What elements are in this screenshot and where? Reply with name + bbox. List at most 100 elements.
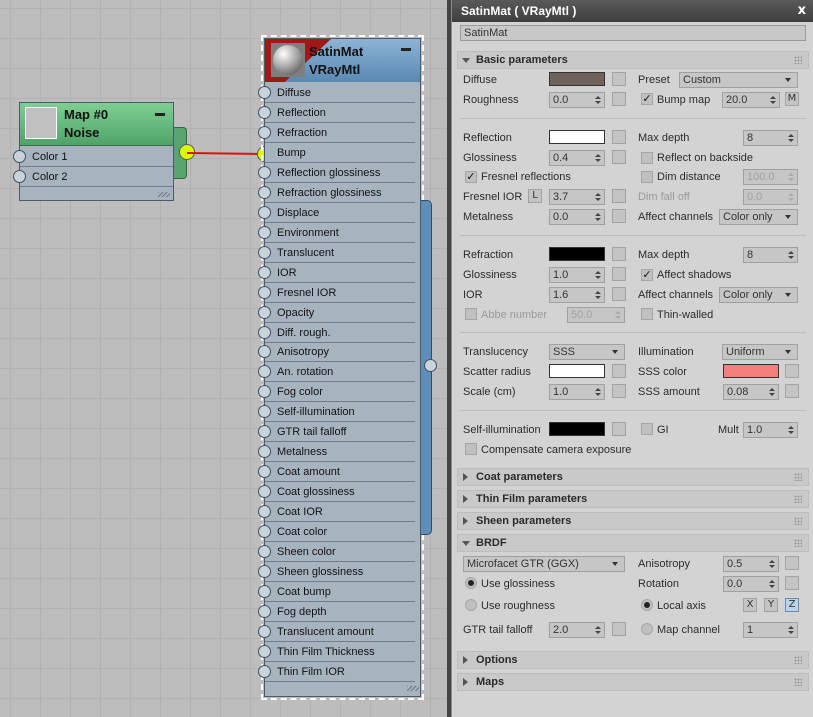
refl-affect-channels-dropdown[interactable]: Color only [719, 209, 798, 225]
refl-glossiness-map-button[interactable] [612, 150, 626, 164]
drag-handle-icon[interactable] [794, 678, 802, 686]
local-axis-radio[interactable] [641, 599, 653, 611]
input-socket[interactable] [258, 325, 271, 339]
node-input-row[interactable]: Diff. rough. [258, 323, 415, 343]
node-input-row[interactable]: Metalness [258, 442, 415, 463]
refr-glossiness-map-button[interactable] [612, 267, 626, 281]
node-input-row[interactable]: Coat glossiness [258, 482, 415, 503]
node-input-row[interactable]: Fog depth [258, 602, 415, 622]
bump-map-slot-button[interactable]: M [785, 92, 799, 106]
node-input-row[interactable]: Fresnel IOR [258, 283, 415, 303]
input-socket[interactable] [258, 405, 271, 419]
use-roughness-radio[interactable] [465, 599, 477, 611]
anisotropy-map-button[interactable] [785, 556, 799, 570]
refraction-color-swatch[interactable] [549, 247, 605, 261]
rotation-map-button[interactable] [785, 576, 799, 590]
ior-map-button[interactable] [612, 287, 626, 301]
rollout-coat-parameters[interactable]: Coat parameters [457, 468, 809, 486]
input-socket[interactable] [258, 445, 271, 459]
gtr-tail-falloff-map-button[interactable] [612, 622, 626, 636]
input-socket[interactable] [258, 305, 271, 319]
fresnel-ior-spinner[interactable]: 3.7 [549, 189, 605, 205]
node-input-row[interactable]: Reflection [258, 103, 415, 123]
input-socket[interactable] [258, 125, 271, 139]
node-input-row[interactable]: Self-illumination [258, 402, 415, 423]
preset-dropdown[interactable]: Custom [679, 72, 798, 88]
map-channel-spinner[interactable]: 1 [743, 622, 798, 638]
mult-spinner[interactable]: 1.0 [743, 422, 798, 438]
input-socket[interactable] [258, 644, 271, 658]
node-input-row[interactable]: Fog color [258, 382, 415, 403]
roughness-spinner[interactable]: 0.0 [549, 92, 605, 108]
sss-amount-spinner[interactable]: 0.08 [723, 384, 779, 400]
rollout-maps[interactable]: Maps [457, 673, 809, 691]
fresnel-checkbox[interactable]: ✓ [465, 171, 477, 183]
sss-color-map-button[interactable] [785, 364, 799, 378]
input-socket[interactable] [258, 105, 271, 119]
gi-checkbox[interactable] [641, 423, 653, 435]
abbe-checkbox[interactable] [465, 308, 477, 320]
axis-z-button[interactable]: Z [785, 598, 799, 612]
map-channel-radio[interactable] [641, 623, 653, 635]
reflect-backside-checkbox[interactable] [641, 152, 653, 164]
node-input-row[interactable]: Coat IOR [258, 502, 415, 523]
input-socket[interactable] [258, 485, 271, 499]
node-input-row[interactable]: Translucent [258, 243, 415, 263]
minimize-icon[interactable] [155, 113, 165, 116]
node-input-row[interactable]: Color 1 [13, 147, 173, 167]
fresnel-ior-lock-button[interactable]: L [528, 189, 542, 203]
node-input-row[interactable]: Opacity [258, 303, 415, 323]
node-header[interactable]: SatinMat VRayMtl [265, 39, 420, 82]
input-socket[interactable] [13, 150, 26, 163]
output-socket[interactable] [424, 359, 437, 372]
input-socket[interactable] [258, 465, 271, 479]
input-socket[interactable] [258, 664, 271, 678]
fresnel-ior-map-button[interactable] [612, 189, 626, 203]
thin-walled-checkbox[interactable] [641, 308, 653, 320]
input-socket[interactable] [258, 285, 271, 299]
node-input-row[interactable]: Reflection glossiness [258, 163, 415, 183]
diffuse-map-button[interactable] [612, 72, 626, 86]
refr-affect-channels-dropdown[interactable]: Color only [719, 287, 798, 303]
sss-amount-map-button[interactable] [785, 384, 799, 398]
input-socket[interactable] [258, 245, 271, 259]
input-socket[interactable] [258, 505, 271, 519]
scatter-radius-map-button[interactable] [612, 364, 626, 378]
diffuse-color-swatch[interactable] [549, 72, 605, 86]
rollout-brdf[interactable]: BRDF [457, 534, 809, 552]
scatter-radius-color-swatch[interactable] [549, 364, 605, 378]
material-name-field[interactable]: SatinMat [460, 25, 806, 41]
metalness-spinner[interactable]: 0.0 [549, 209, 605, 225]
roughness-map-button[interactable] [612, 92, 626, 106]
node-input-row[interactable]: GTR tail falloff [258, 422, 415, 443]
metalness-map-button[interactable] [612, 209, 626, 223]
node-input-row[interactable]: Bump [265, 143, 415, 163]
node-input-row[interactable]: Diffuse [258, 83, 415, 103]
ior-spinner[interactable]: 1.6 [549, 287, 605, 303]
node-input-row[interactable]: IOR [258, 263, 415, 283]
input-socket[interactable] [258, 565, 271, 579]
dim-falloff-spinner[interactable]: 0.0 [743, 189, 798, 205]
refr-glossiness-spinner[interactable]: 1.0 [549, 267, 605, 283]
node-input-row[interactable]: Refraction glossiness [258, 183, 415, 203]
input-socket[interactable] [258, 604, 271, 618]
input-socket[interactable] [258, 624, 271, 638]
dim-distance-spinner[interactable]: 100.0 [743, 169, 798, 185]
input-socket[interactable] [258, 385, 271, 399]
input-socket[interactable] [258, 545, 271, 559]
node-input-row[interactable]: Thin Film Thickness [258, 642, 415, 662]
gtr-tail-falloff-spinner[interactable]: 2.0 [549, 622, 605, 638]
node-input-row[interactable]: Sheen color [258, 542, 415, 563]
node-header[interactable]: Map #0 Noise [20, 103, 173, 146]
refl-max-depth-spinner[interactable]: 8 [743, 130, 798, 146]
input-socket[interactable] [258, 265, 271, 279]
refl-glossiness-spinner[interactable]: 0.4 [549, 150, 605, 166]
bump-map-checkbox[interactable]: ✓ [641, 93, 653, 105]
minimize-icon[interactable] [401, 48, 411, 51]
axis-x-button[interactable]: X [743, 598, 757, 612]
drag-handle-icon[interactable] [794, 56, 802, 64]
node-input-row[interactable]: An. rotation [258, 362, 415, 383]
node-input-row[interactable]: Environment [258, 223, 415, 243]
rollout-options[interactable]: Options [457, 651, 809, 669]
self-illumination-color-swatch[interactable] [549, 422, 605, 436]
